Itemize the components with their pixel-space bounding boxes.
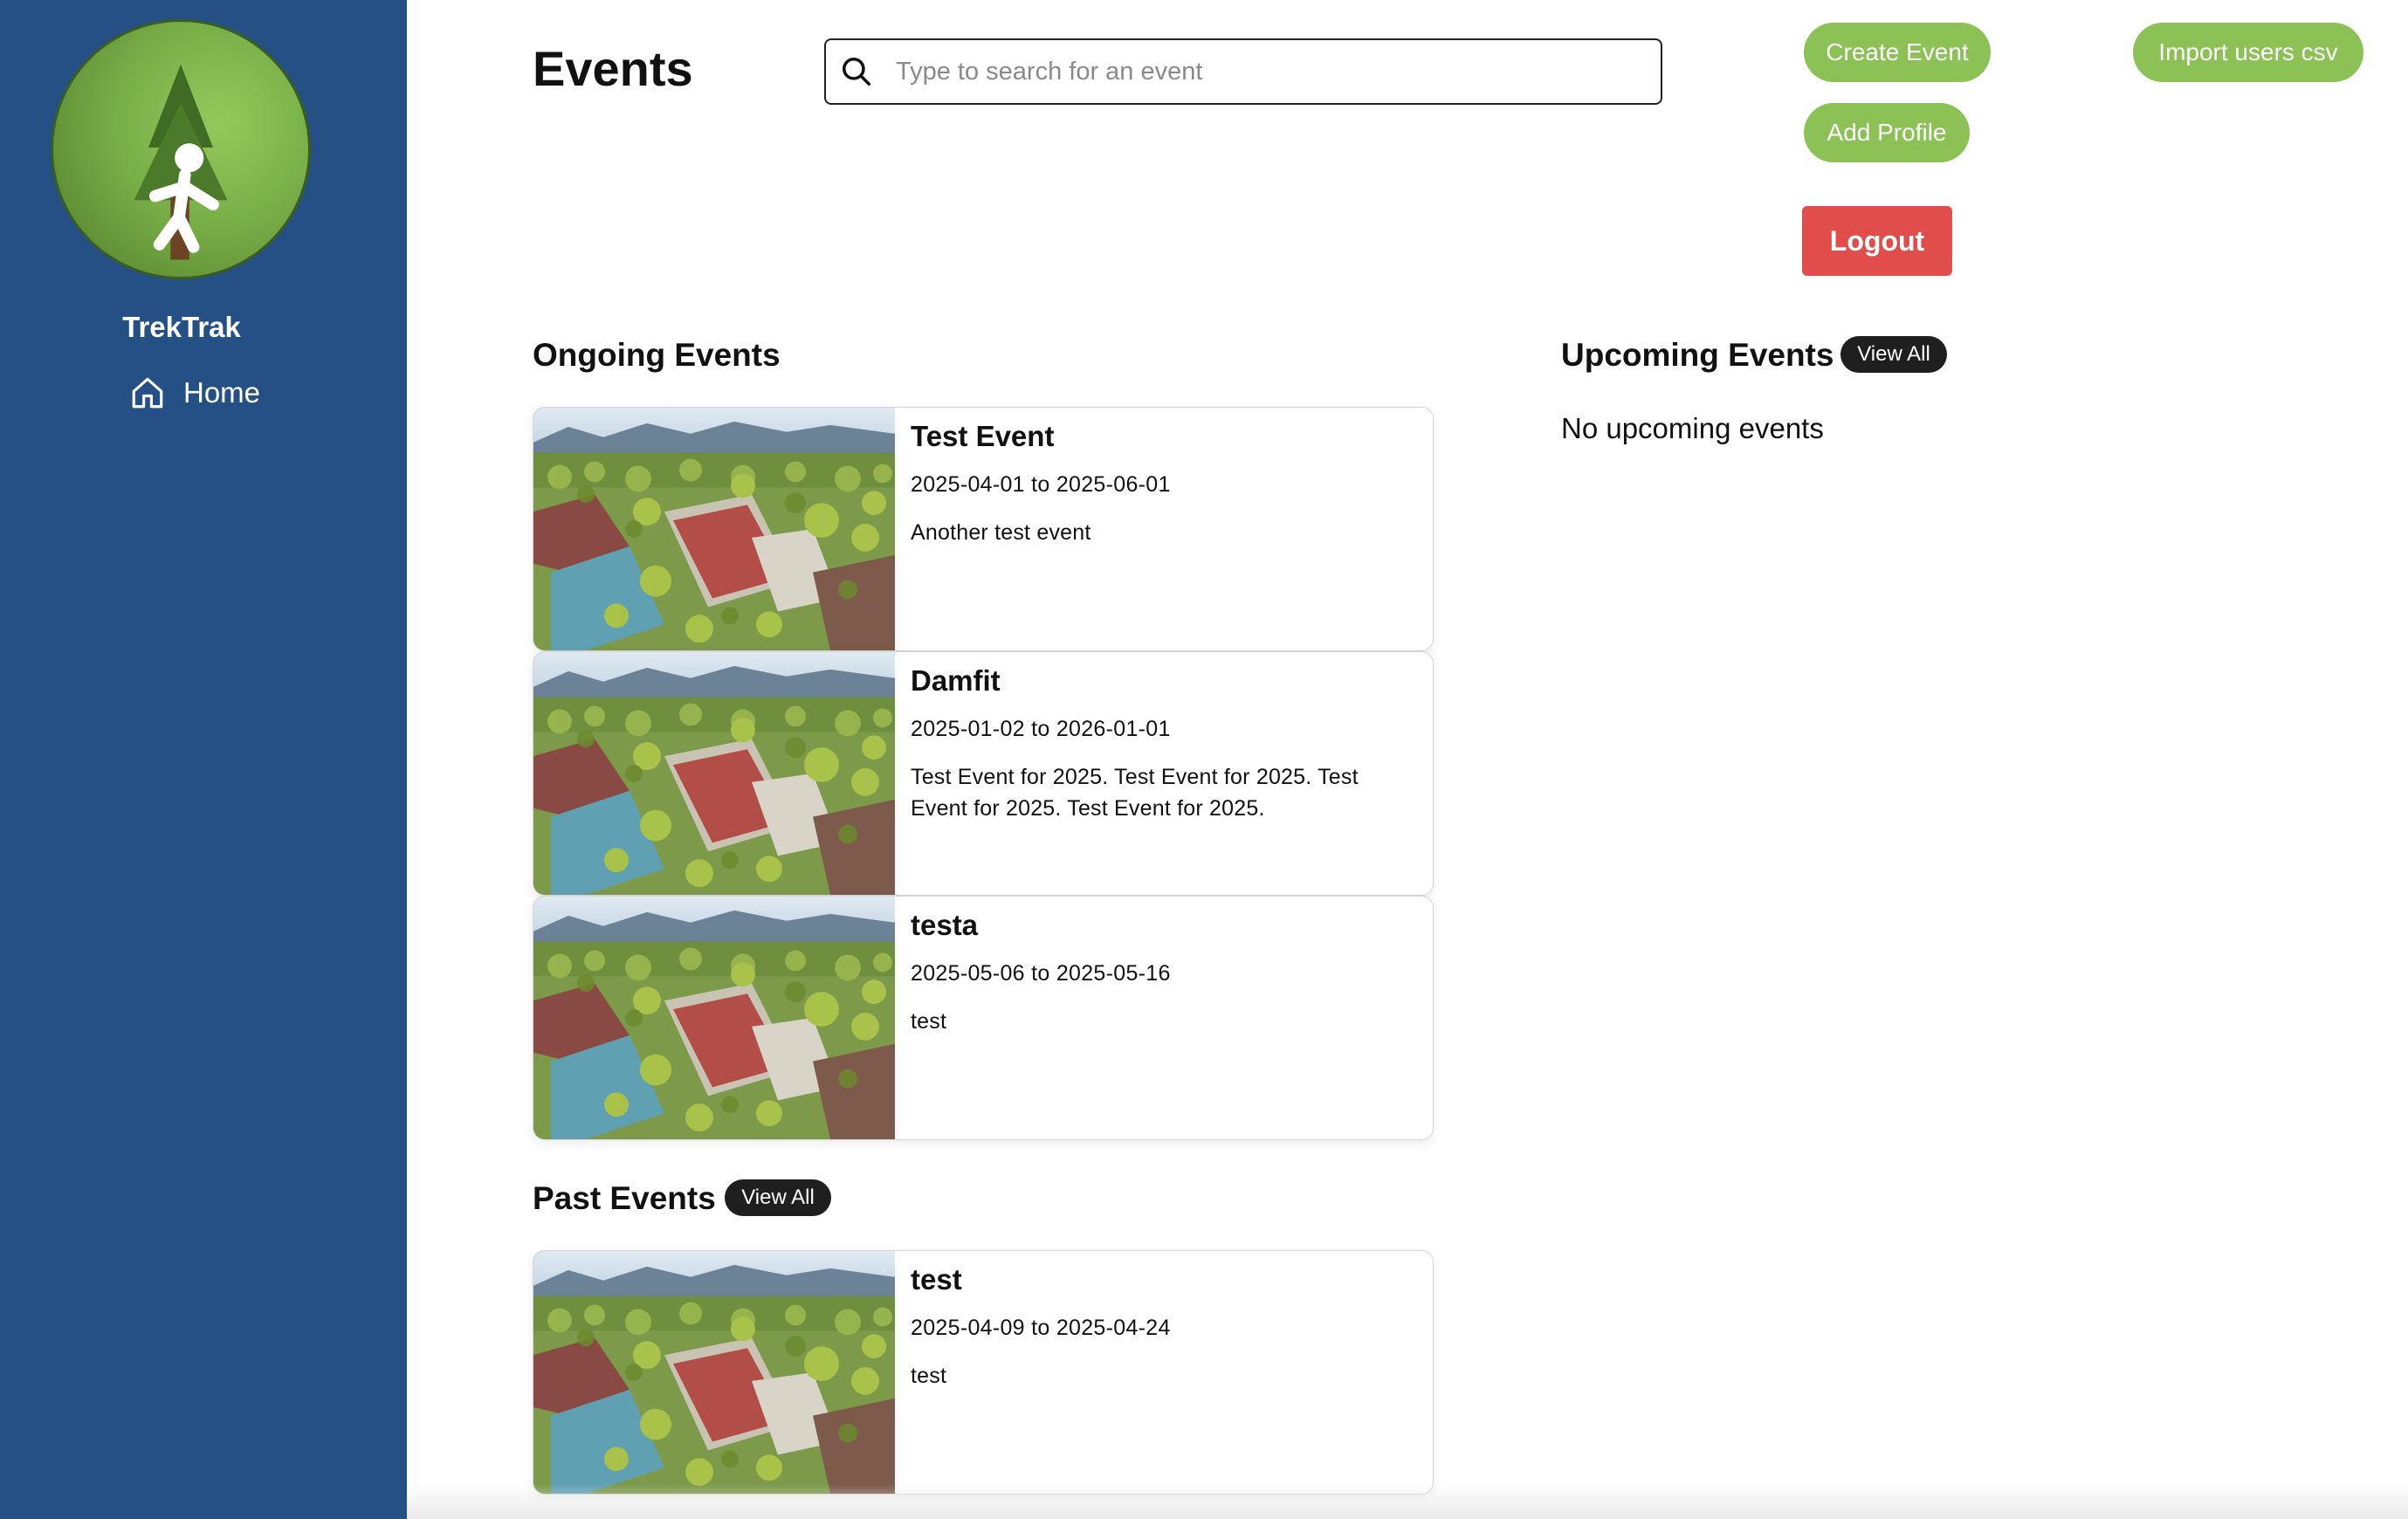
event-card[interactable]: test 2025-04-09 to 2025-04-24 test xyxy=(533,1250,1434,1495)
event-image xyxy=(533,408,895,650)
sidebar: TrekTrak Home xyxy=(0,0,407,1519)
logout-button[interactable]: Logout xyxy=(1802,206,1952,276)
event-description: test xyxy=(911,1009,947,1034)
event-dates: 2025-04-01 to 2025-06-01 xyxy=(911,472,1171,497)
search-bar[interactable] xyxy=(824,38,1662,105)
event-card[interactable]: testa 2025-05-06 to 2025-05-16 test xyxy=(533,896,1434,1140)
event-image xyxy=(533,652,895,895)
create-event-button[interactable]: Create Event xyxy=(1804,23,1991,82)
event-description: Another test event xyxy=(911,520,1091,545)
add-profile-button[interactable]: Add Profile xyxy=(1804,103,1970,162)
event-name: testa xyxy=(911,909,979,941)
hiker-tree-icon xyxy=(134,64,228,260)
import-users-csv-button[interactable]: Import users csv xyxy=(2133,23,2363,82)
event-dates: 2025-01-02 to 2026-01-01 xyxy=(911,717,1171,741)
event-name: Damfit xyxy=(911,664,1001,697)
event-name: Test Event xyxy=(911,420,1055,452)
ongoing-events-heading: Ongoing Events xyxy=(533,337,781,373)
event-name: test xyxy=(911,1263,962,1296)
event-description: test xyxy=(911,1364,947,1388)
brand-name: TrekTrak xyxy=(122,311,241,343)
trektrak-logo[interactable] xyxy=(51,19,311,279)
search-input[interactable] xyxy=(894,45,1661,99)
scroll-fade xyxy=(407,1484,2408,1519)
event-dates: 2025-04-09 to 2025-04-24 xyxy=(911,1316,1171,1340)
home-icon xyxy=(132,377,163,409)
event-card[interactable]: Damfit 2025-01-02 to 2026-01-01 Test Eve… xyxy=(533,651,1434,896)
page: TrekTrak Home Events Create Event Import… xyxy=(0,0,2408,1519)
event-card[interactable]: Test Event 2025-04-01 to 2025-06-01 Anot… xyxy=(533,407,1434,651)
event-image xyxy=(533,897,895,1139)
event-description: Test Event for 2025. Test Event for 2025… xyxy=(911,765,1359,821)
search-icon xyxy=(843,58,870,86)
event-dates: 2025-05-06 to 2025-05-16 xyxy=(911,961,1171,986)
past-events-heading: Past Events xyxy=(533,1180,716,1216)
upcoming-view-all-button[interactable]: View All xyxy=(1840,336,1947,373)
past-view-all-button[interactable]: View All xyxy=(725,1179,831,1216)
no-upcoming-events-text: No upcoming events xyxy=(1561,412,1824,444)
event-image xyxy=(533,1251,895,1494)
upcoming-events-heading: Upcoming Events xyxy=(1561,337,1834,373)
page-title: Events xyxy=(533,41,693,96)
sidebar-item-home-label: Home xyxy=(183,376,261,409)
sidebar-item-home[interactable]: Home xyxy=(129,370,260,416)
